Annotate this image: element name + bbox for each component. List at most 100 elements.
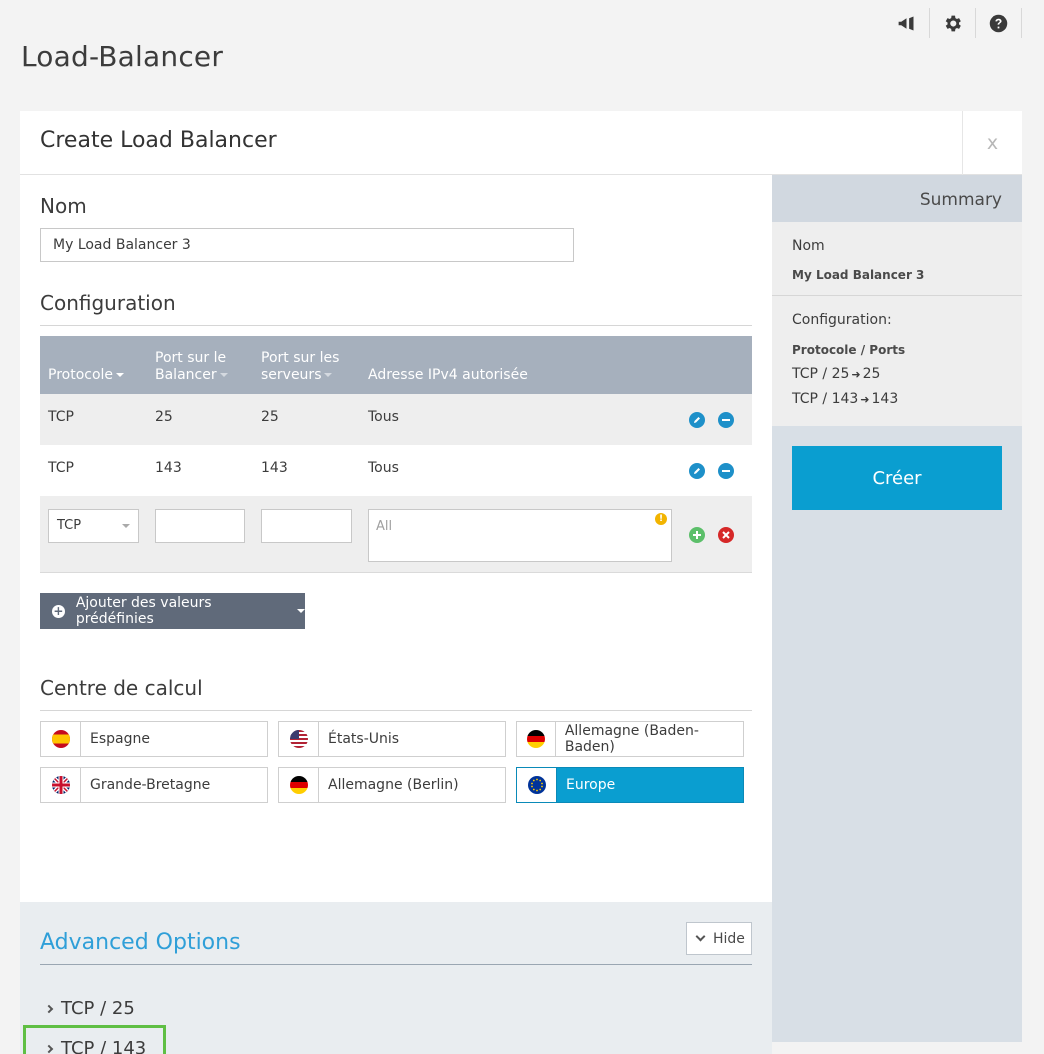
remove-icon[interactable]: [718, 463, 734, 479]
summary-port-left: TCP / 25: [792, 366, 850, 382]
col-server-port-label-1: Port sur les: [261, 350, 340, 366]
hide-button-label: Hide: [713, 930, 745, 947]
row-server-port: 25: [261, 409, 279, 425]
row-balancer-port: 143: [155, 460, 182, 476]
plus-circle-icon: +: [52, 603, 65, 618]
hide-button[interactable]: Hide: [686, 922, 752, 955]
configuration-table: Protocole Port sur le Balancer Port sur l…: [40, 336, 752, 573]
flag-cell: [517, 768, 557, 802]
advanced-item-label: TCP / 25: [61, 998, 135, 1019]
protocol-select-value: TCP: [57, 518, 82, 533]
table-row: TCP 25 25 Tous: [40, 394, 752, 445]
announcements-button[interactable]: [884, 8, 930, 38]
protocol-select[interactable]: TCP: [48, 509, 139, 543]
name-input[interactable]: My Load Balancer 3: [40, 228, 574, 262]
help-icon: [989, 14, 1008, 32]
add-predefined-button[interactable]: + Ajouter des valeurs prédéfinies: [40, 593, 305, 629]
flag-cell: [41, 768, 81, 802]
row-balancer-port: 25: [155, 409, 173, 425]
summary-divider: [772, 295, 1022, 296]
flag-eu-icon: [527, 776, 546, 794]
row-protocol: TCP: [48, 409, 74, 425]
sort-caret-icon: [324, 373, 333, 377]
configuration-heading: Configuration: [40, 291, 176, 315]
table-header: Protocole Port sur le Balancer Port sur l…: [40, 336, 752, 394]
summary-ports-label: Protocole / Ports: [792, 343, 906, 357]
datacenter-grande-bretagne[interactable]: Grande-Bretagne: [40, 767, 268, 803]
nom-heading: Nom: [40, 194, 87, 218]
help-button[interactable]: [976, 8, 1022, 38]
summary-heading: Summary: [772, 175, 1022, 222]
datacenter-allemagne-berlin[interactable]: Allemagne (Berlin): [278, 767, 506, 803]
flag-cell: [279, 722, 319, 756]
advanced-item-tcp-25[interactable]: TCP / 25: [44, 998, 135, 1019]
row-server-port: 143: [261, 460, 288, 476]
summary-port-left: TCP / 143: [792, 391, 859, 407]
remove-icon[interactable]: [718, 412, 734, 428]
summary-port-right: 25: [862, 366, 881, 382]
settings-button[interactable]: [930, 8, 976, 38]
add-rule-icon[interactable]: [689, 527, 705, 543]
datacenter-divider: [40, 710, 752, 711]
new-rule-row: TCP All !: [40, 496, 752, 573]
dialog-header: Create Load Balancer x: [20, 111, 1022, 175]
summary-nom-label: Nom: [792, 238, 825, 254]
datacenter-label: Allemagne (Baden-Baden): [564, 723, 699, 755]
server-port-input[interactable]: [261, 509, 352, 543]
advanced-options: Advanced Options Hide TCP / 25 TCP / 143: [20, 902, 772, 1054]
ip-input[interactable]: All !: [368, 509, 672, 562]
advanced-options-title[interactable]: Advanced Options: [40, 930, 241, 955]
table-row: TCP 143 143 Tous: [40, 445, 752, 496]
arrow-right-icon: ➜: [860, 393, 870, 406]
datacenter-label: Europe: [566, 777, 616, 793]
flag-cell: [279, 768, 319, 802]
sort-caret-icon: [219, 373, 228, 377]
highlight-box: [23, 1025, 166, 1054]
sort-caret-icon: [116, 373, 125, 377]
summary-config-label: Configuration:: [792, 312, 892, 328]
chevron-down-icon: [122, 524, 130, 528]
flag-es-icon: [51, 730, 70, 748]
cancel-rule-icon[interactable]: [718, 527, 734, 543]
dialog-title: Create Load Balancer: [40, 128, 277, 153]
summary-port-right: 143: [871, 391, 899, 407]
datacenter-etats-unis[interactable]: États-Unis: [278, 721, 506, 757]
col-balancer-port-label-2: Balancer: [155, 367, 217, 383]
col-balancer-port-label-1: Port sur le: [155, 350, 227, 366]
close-button[interactable]: x: [962, 111, 1022, 175]
flag-cell: [41, 722, 81, 756]
configuration-divider: [40, 325, 752, 326]
balancer-port-input[interactable]: [155, 509, 245, 543]
col-protocol[interactable]: Protocole: [48, 367, 125, 384]
ip-input-placeholder: All: [376, 519, 393, 534]
row-ip: Tous: [368, 460, 399, 476]
flag-de-icon: [526, 730, 545, 748]
edit-icon[interactable]: [689, 463, 705, 479]
summary-port-line: TCP / 143 ➜ 143: [792, 391, 898, 407]
datacenter-label: États-Unis: [328, 731, 400, 747]
col-protocol-label: Protocole: [48, 367, 114, 383]
flag-gb-icon: [51, 776, 70, 794]
datacenter-label: Grande-Bretagne: [90, 777, 211, 793]
datacenter-europe[interactable]: Europe: [516, 767, 744, 803]
row-protocol: TCP: [48, 460, 74, 476]
flag-de-icon: [289, 776, 308, 794]
col-server-port-label-2: serveurs: [261, 367, 322, 383]
create-dialog: Create Load Balancer x Nom My Load Balan…: [20, 111, 1022, 1054]
datacenter-label: Espagne: [90, 731, 150, 747]
datacenter-allemagne-baden-baden[interactable]: Allemagne (Baden-Baden): [516, 721, 744, 757]
chevron-down-icon: [695, 931, 706, 942]
datacenter-espagne[interactable]: Espagne: [40, 721, 268, 757]
col-server-port[interactable]: Port sur les serveurs: [261, 350, 339, 384]
megaphone-icon: [898, 16, 914, 30]
edit-icon[interactable]: [689, 412, 705, 428]
col-ip: Adresse IPv4 autorisée: [368, 367, 528, 383]
warning-icon: !: [655, 513, 667, 525]
datacenter-heading: Centre de calcul: [40, 676, 203, 700]
flag-us-icon: [289, 730, 308, 748]
page-title: Load-Balancer: [21, 40, 224, 73]
col-balancer-port[interactable]: Port sur le Balancer: [155, 350, 228, 384]
create-button[interactable]: Créer: [792, 446, 1002, 510]
topbar: [884, 8, 1022, 38]
row-ip: Tous: [368, 409, 399, 425]
